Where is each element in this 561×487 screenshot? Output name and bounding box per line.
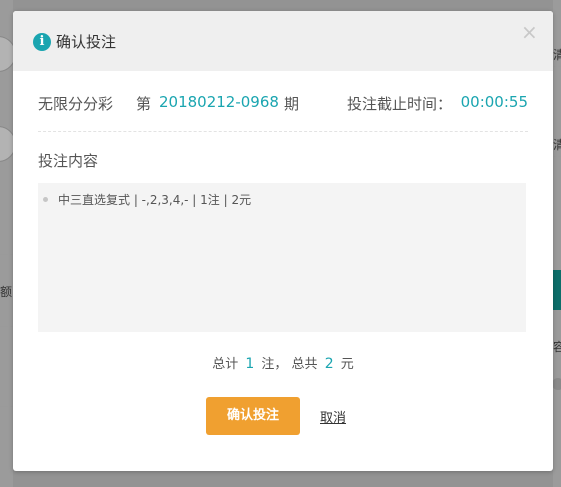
dialog-header: i 确认投注 × (13, 11, 553, 71)
bet-count: 1 (245, 356, 255, 372)
background-right-column (553, 0, 561, 487)
total-amount: 2 (324, 356, 334, 372)
background-label-right: 清 (553, 138, 561, 152)
page: 额 清 清 容 i 确认投注 × 无限分分彩 第 20180212-0968 期… (0, 0, 561, 487)
summary-prefix: 总计 (212, 357, 239, 372)
background-label-right: 清 (553, 48, 561, 62)
deadline-countdown: 00:00:55 (460, 93, 528, 111)
summary-suffix: 元 (340, 357, 354, 372)
info-circle-icon: i (33, 33, 51, 51)
close-icon[interactable]: × (521, 22, 538, 42)
background-divider (0, 406, 13, 407)
confirm-bet-button[interactable]: 确认投注 (206, 397, 300, 435)
bet-content-list: 中三直选复式 | -,2,3,4,- | 1注 | 2元 (38, 183, 526, 332)
confirm-bet-dialog: i 确认投注 × 无限分分彩 第 20180212-0968 期 投注截止时间：… (13, 11, 553, 471)
deadline-label: 投注截止时间： (347, 95, 453, 113)
dashed-divider (38, 131, 528, 132)
lottery-name: 无限分分彩 (38, 95, 114, 113)
bet-item-text: 中三直选复式 | -,2,3,4,- | 1注 | 2元 (58, 193, 252, 207)
background-divider (0, 326, 13, 327)
background-divider (0, 254, 13, 255)
background-label-left: 额 (0, 285, 13, 299)
period-label: 第 (136, 95, 152, 113)
background-teal-button (553, 270, 561, 310)
background-label-right: 容 (553, 340, 561, 354)
list-item: 中三直选复式 | -,2,3,4,- | 1注 | 2元 (43, 191, 251, 208)
period-suffix: 期 (284, 95, 300, 113)
bet-summary: 总计 1 注， 总共 2 元 (13, 353, 553, 372)
background-divider (553, 156, 561, 157)
background-dot (552, 378, 561, 390)
background-content-area (0, 0, 13, 487)
cancel-link[interactable]: 取消 (320, 407, 346, 426)
bet-info-row: 无限分分彩 第 20180212-0968 期 投注截止时间： 00:00:55 (38, 93, 528, 115)
background-divider (553, 66, 561, 67)
bullet-icon (43, 197, 48, 202)
dialog-title: 确认投注 (56, 33, 117, 51)
summary-middle: 注， 总共 (261, 357, 318, 372)
bet-content-title: 投注内容 (38, 152, 99, 170)
period-number: 20180212-0968 (159, 93, 279, 111)
